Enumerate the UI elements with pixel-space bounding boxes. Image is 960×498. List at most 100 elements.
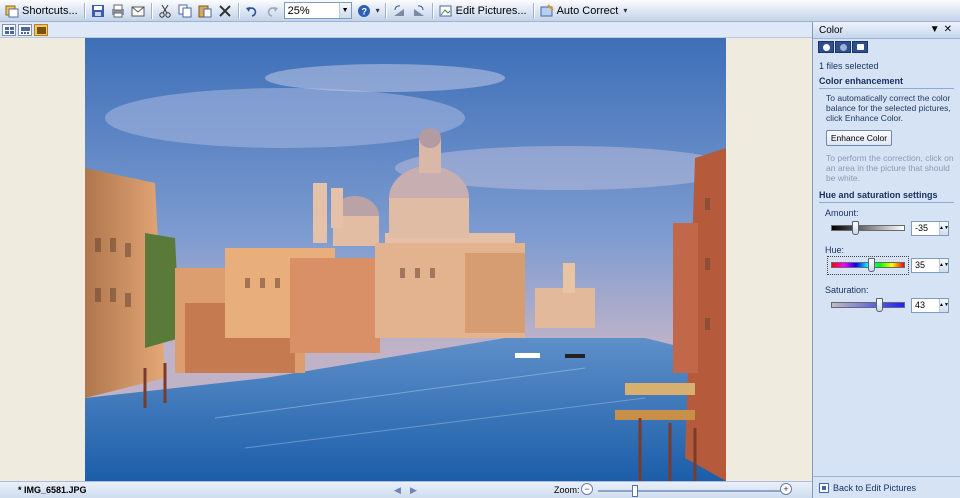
paste-button[interactable]: [195, 2, 215, 20]
color-enhancement-heading: Color enhancement: [819, 76, 954, 89]
auto-correct-button[interactable]: Auto Correct: [537, 2, 622, 20]
toolbar-separator: [431, 2, 433, 19]
pane-footer: Back to Edit Pictures: [813, 476, 960, 498]
color-enhancement-description: To automatically correct the color balan…: [826, 93, 951, 123]
files-selected-label: 1 files selected: [819, 61, 879, 71]
back-icon[interactable]: [818, 41, 834, 53]
svg-text:?: ?: [361, 6, 367, 16]
hue-value: 35: [915, 260, 926, 270]
shortcuts-icon: [5, 4, 19, 18]
delete-button[interactable]: [215, 2, 235, 20]
zoom-value: 25%: [287, 4, 310, 17]
toolbar-separator: [237, 2, 239, 19]
chevron-down-icon[interactable]: ▼: [338, 3, 351, 18]
hue-spinbox[interactable]: 35 ▲▼: [911, 257, 949, 273]
next-picture-icon[interactable]: ▶: [410, 485, 417, 496]
print-button[interactable]: [108, 2, 128, 20]
edit-pictures-icon: [439, 4, 453, 18]
zoom-slider-thumb[interactable]: [631, 485, 638, 497]
email-icon: [131, 4, 145, 18]
auto-correct-icon: [540, 3, 554, 18]
shortcuts-button[interactable]: Shortcuts...: [2, 2, 81, 20]
edit-pictures-label: Edit Pictures...: [455, 4, 527, 17]
cut-button[interactable]: [155, 2, 175, 20]
rotate-left-button[interactable]: [389, 2, 409, 20]
enhance-color-hint: To perform the correction, click on an a…: [826, 153, 954, 183]
color-task-pane: Color ▼✕ 1 files selected Color enhancem…: [812, 22, 960, 498]
help-icon: ?: [357, 4, 371, 18]
redo-button[interactable]: [262, 2, 282, 20]
toolbar-options-icon[interactable]: ▾: [623, 6, 627, 15]
previous-picture-icon[interactable]: ◀: [394, 485, 401, 496]
hue-slider[interactable]: [831, 258, 905, 272]
copy-icon: [178, 4, 192, 18]
redo-icon: [265, 4, 279, 18]
hue-saturation-heading: Hue and saturation settings: [819, 190, 954, 203]
amount-slider[interactable]: [831, 221, 905, 235]
single-picture-view-icon[interactable]: [34, 23, 48, 36]
zoom-combo[interactable]: 25% ▼: [283, 2, 352, 19]
back-to-edit-icon[interactable]: [819, 482, 829, 493]
back-to-edit-pictures-link[interactable]: Back to Edit Pictures: [833, 483, 916, 493]
hue-focus-box: [827, 255, 909, 275]
zoom-out-icon[interactable]: −: [581, 483, 593, 495]
status-bar: * IMG_6581.JPG ◀ ▶ Zoom: − +: [0, 481, 812, 498]
saturation-value: 43: [915, 300, 926, 310]
toolbar-options-icon[interactable]: ▾: [376, 6, 380, 15]
amount-label: Amount:: [825, 208, 859, 218]
enhance-color-button[interactable]: Enhance Color: [826, 130, 892, 146]
toolbar-separator: [532, 2, 534, 19]
amount-row: -35 ▲▼: [819, 220, 954, 236]
print-icon: [111, 4, 125, 18]
pane-header: Color ▼✕: [813, 22, 960, 39]
close-icon[interactable]: ✕: [944, 24, 956, 35]
hue-row: 35 ▲▼: [819, 255, 954, 275]
filmstrip-view-icon[interactable]: [18, 23, 32, 36]
saturation-slider[interactable]: [831, 298, 905, 312]
saturation-slider-thumb[interactable]: [876, 298, 884, 312]
hue-label: Hue:: [825, 245, 845, 255]
file-name-label: * IMG_6581.JPG: [18, 485, 87, 495]
toolbar-separator: [83, 2, 85, 19]
email-button[interactable]: [128, 2, 148, 20]
amount-slider-thumb[interactable]: [851, 221, 859, 235]
rotate-right-button[interactable]: [409, 2, 429, 20]
rotate-right-icon: [412, 4, 426, 18]
spin-arrows-icon[interactable]: ▲▼: [939, 258, 949, 272]
delete-icon: [218, 4, 232, 18]
edit-pictures-button[interactable]: Edit Pictures...: [436, 2, 530, 20]
zoom-in-icon[interactable]: +: [780, 483, 792, 495]
saturation-spinbox[interactable]: 43 ▲▼: [911, 297, 949, 313]
amount-value: -35: [915, 223, 929, 233]
shortcuts-label: Shortcuts...: [22, 4, 78, 17]
rotate-left-icon: [392, 4, 406, 18]
pane-body: 1 files selected Color enhancement To au…: [813, 54, 960, 313]
help-button[interactable]: ?: [354, 2, 374, 20]
forward-icon[interactable]: [835, 41, 851, 53]
pane-title: Color: [819, 24, 843, 36]
saturation-label: Saturation:: [825, 285, 869, 295]
thumbnails-view-icon[interactable]: [2, 23, 16, 36]
spin-arrows-icon[interactable]: ▲▼: [939, 298, 949, 312]
auto-correct-label: Auto Correct: [556, 4, 619, 17]
main-toolbar: Shortcuts... 25% ▼ ? ▾ Edit Pictures... …: [0, 0, 960, 22]
hue-slider-thumb[interactable]: [867, 258, 875, 272]
pane-navigation: [813, 40, 960, 54]
undo-button[interactable]: [242, 2, 262, 20]
view-mode-bar: [0, 22, 812, 38]
home-icon[interactable]: [852, 41, 868, 53]
toolbar-separator: [150, 2, 152, 19]
save-button[interactable]: [88, 2, 108, 20]
saturation-row: 43 ▲▼: [819, 297, 954, 313]
picture-canvas: [0, 38, 812, 481]
pane-dropdown-icon[interactable]: ▼: [930, 24, 944, 35]
save-icon: [91, 4, 105, 18]
spin-arrows-icon[interactable]: ▲▼: [939, 221, 949, 235]
zoom-slider[interactable]: [598, 485, 782, 497]
amount-spinbox[interactable]: -35 ▲▼: [911, 220, 949, 236]
copy-button[interactable]: [175, 2, 195, 20]
undo-icon: [245, 4, 259, 18]
paste-icon: [198, 4, 212, 18]
zoom-label: Zoom:: [554, 485, 580, 495]
venice-grand-canal-photo[interactable]: [85, 38, 726, 481]
